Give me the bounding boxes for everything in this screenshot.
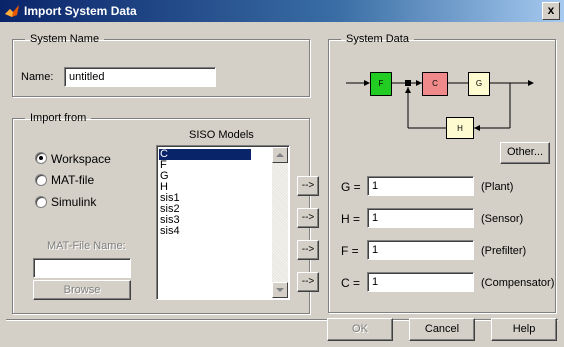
list-scrollbar[interactable]: [272, 147, 288, 298]
block-h: H: [446, 117, 474, 139]
import-f-arrow-button[interactable]: -->: [297, 240, 319, 260]
other-button[interactable]: Other...: [500, 142, 550, 164]
radio-matfile[interactable]: [35, 174, 47, 186]
matfile-name-label: MAT-File Name:: [47, 240, 126, 252]
system-data-legend: System Data: [346, 33, 409, 45]
g-input[interactable]: 1: [367, 176, 474, 196]
c-desc: (Compensator): [481, 277, 555, 289]
matfile-name-input[interactable]: [33, 258, 131, 278]
window-title: Import System Data: [24, 4, 137, 18]
list-item[interactable]: sis4: [160, 226, 180, 237]
name-input[interactable]: untitled: [64, 67, 216, 87]
g-label: G =: [341, 180, 361, 194]
block-f: F: [370, 72, 392, 96]
block-c: C: [422, 72, 448, 96]
h-label: H =: [341, 212, 361, 226]
system-name-legend: System Name: [30, 33, 100, 45]
radio-workspace-label: Workspace: [51, 152, 111, 166]
footer-separator: [6, 319, 558, 321]
c-label: C =: [341, 276, 361, 290]
h-desc: (Sensor): [481, 213, 524, 225]
import-h-arrow-button[interactable]: -->: [297, 208, 319, 228]
help-button[interactable]: Help: [491, 318, 557, 341]
siso-models-label: SISO Models: [189, 129, 254, 141]
f-desc: (Prefilter): [481, 245, 527, 257]
radio-matfile-label: MAT-file: [51, 173, 95, 187]
radio-simulink[interactable]: [35, 196, 47, 208]
ok-button[interactable]: OK: [327, 318, 393, 341]
radio-workspace[interactable]: [35, 152, 47, 164]
import-system-data-dialog: Import System Data x System Name Name: u…: [0, 0, 564, 347]
h-input[interactable]: 1: [367, 208, 474, 228]
import-c-arrow-button[interactable]: -->: [297, 272, 319, 292]
list-item[interactable]: C: [159, 149, 251, 160]
block-diagram: F C G H: [340, 60, 546, 140]
cancel-button[interactable]: Cancel: [409, 318, 475, 341]
arrow-down-icon: [276, 288, 284, 292]
matlab-logo-icon: [5, 5, 19, 17]
f-label: F =: [341, 244, 359, 258]
system-name-group: System Name: [12, 33, 310, 97]
f-input[interactable]: 1: [367, 240, 474, 260]
scroll-up-button[interactable]: [272, 147, 288, 163]
scroll-down-button[interactable]: [272, 282, 288, 298]
radio-selected-dot: [39, 156, 43, 160]
siso-models-list[interactable]: C F G H sis1 sis2 sis3 sis4: [156, 145, 290, 300]
radio-simulink-label: Simulink: [51, 195, 97, 209]
browse-button[interactable]: Browse: [33, 280, 131, 300]
close-button[interactable]: x: [542, 2, 560, 20]
c-input[interactable]: 1: [367, 272, 474, 292]
title-bar: Import System Data x: [0, 0, 564, 22]
import-from-legend: Import from: [30, 112, 87, 124]
close-icon: x: [547, 3, 555, 17]
import-g-arrow-button[interactable]: -->: [297, 176, 319, 196]
g-desc: (Plant): [481, 181, 514, 193]
block-g: G: [468, 72, 490, 96]
name-label: Name:: [21, 71, 54, 83]
arrow-up-icon: [276, 153, 284, 157]
